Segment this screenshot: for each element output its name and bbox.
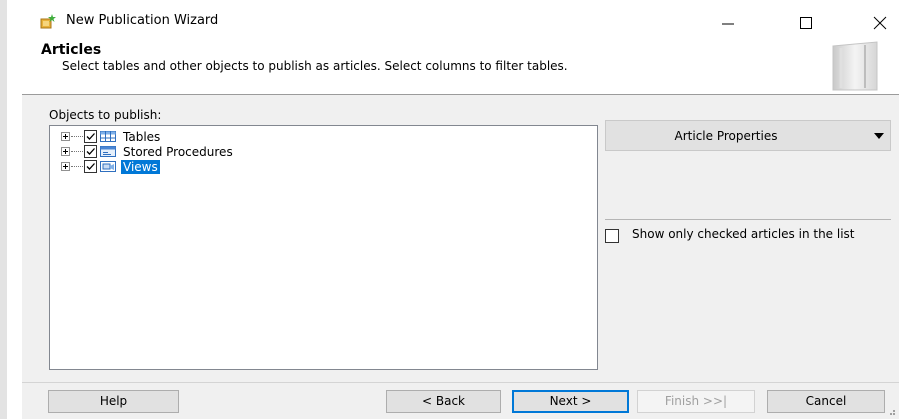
wizard-icon (40, 14, 56, 29)
view-icon (100, 161, 116, 172)
tree-item-label: Views (121, 159, 160, 174)
expand-icon[interactable] (61, 147, 70, 156)
finish-button: Finish >>| (637, 390, 755, 413)
wizard-body: Objects to publish: Tables Stored Proced… (22, 95, 899, 382)
tree-item-stored-procedures[interactable]: Stored Procedures (61, 144, 235, 159)
wizard-footer: Help < Back Next > Finish >>| Cancel (22, 382, 899, 419)
background-window-edge (0, 0, 7, 419)
cancel-button[interactable]: Cancel (767, 390, 885, 413)
tree-item-label: Tables (123, 129, 161, 144)
window-title: New Publication Wizard (66, 13, 219, 28)
header-graphic-icon (832, 41, 878, 91)
wizard-header: Articles Select tables and other objects… (22, 34, 899, 94)
back-button[interactable]: < Back (386, 390, 501, 413)
minimize-icon (722, 23, 734, 25)
views-checkbox[interactable] (84, 160, 97, 173)
tree-connector (71, 150, 83, 153)
help-button[interactable]: Help (48, 390, 179, 413)
wizard-window: New Publication Wizard Articles Select t… (22, 0, 899, 419)
checkmark-icon (86, 148, 95, 155)
next-button[interactable]: Next > (512, 390, 629, 413)
tables-checkbox[interactable] (84, 130, 97, 143)
title-bar[interactable]: New Publication Wizard (22, 0, 899, 34)
properties-divider (605, 219, 891, 220)
article-properties-label: Article Properties (674, 129, 778, 143)
expand-icon[interactable] (61, 162, 70, 171)
table-icon (100, 131, 116, 142)
checkmark-icon (86, 133, 95, 140)
tree-item-label: Stored Procedures (123, 144, 233, 159)
maximize-button[interactable] (785, 10, 825, 34)
resize-grip-icon[interactable] (886, 406, 896, 416)
show-only-checked-label[interactable]: Show only checked articles in the list (632, 228, 882, 241)
page-subtitle: Select tables and other objects to publi… (62, 59, 568, 73)
objects-tree[interactable]: Tables Stored Procedures Views (49, 125, 598, 370)
tree-item-tables[interactable]: Tables (61, 129, 162, 144)
stored-procedure-icon (100, 146, 116, 157)
close-icon (873, 16, 887, 30)
dropdown-arrow-icon (874, 133, 884, 139)
objects-to-publish-label: Objects to publish: (49, 108, 162, 122)
checkmark-icon (86, 163, 95, 170)
stored-procedures-checkbox[interactable] (84, 145, 97, 158)
close-button[interactable] (860, 10, 900, 34)
show-only-checked-checkbox[interactable] (605, 229, 619, 243)
tree-item-views[interactable]: Views (61, 159, 160, 174)
tree-connector (71, 135, 83, 138)
maximize-icon (800, 17, 812, 29)
expand-icon[interactable] (61, 132, 70, 141)
minimize-button[interactable] (707, 10, 747, 34)
article-properties-dropdown[interactable]: Article Properties (605, 120, 891, 151)
tree-connector (71, 165, 83, 168)
page-title: Articles (41, 42, 102, 58)
